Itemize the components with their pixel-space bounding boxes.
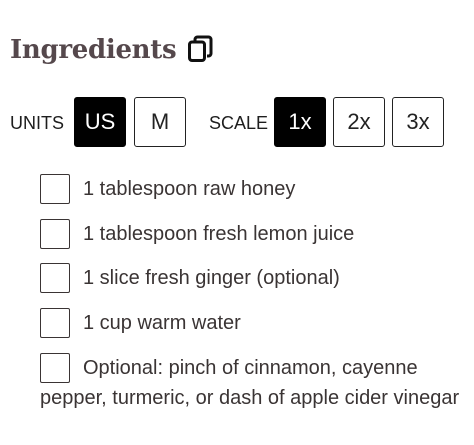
ingredients-header: Ingredients bbox=[10, 30, 177, 70]
ingredient-checkbox[interactable] bbox=[40, 263, 70, 293]
ingredient-text: Optional: pinch of cinnamon, cayenne pep… bbox=[40, 357, 460, 409]
copy-ingredients-button[interactable] bbox=[184, 33, 216, 65]
copy-icon bbox=[188, 35, 213, 62]
ingredient-text: 1 slice fresh ginger (optional) bbox=[83, 267, 340, 289]
unit-us-button[interactable]: US bbox=[74, 97, 126, 147]
scale-3x-button[interactable]: 3x bbox=[392, 97, 444, 147]
ingredient-item: Optional: pinch of cinnamon, cayenne pep… bbox=[40, 353, 466, 413]
ingredients-title: Ingredients bbox=[10, 35, 177, 65]
scale-label: SCALE bbox=[209, 113, 269, 133]
ingredient-checkbox[interactable] bbox=[40, 308, 70, 338]
ingredient-checkbox[interactable] bbox=[40, 353, 70, 383]
ingredient-item: 1 tablespoon fresh lemon juice bbox=[40, 219, 466, 249]
units-label: UNITS bbox=[10, 113, 64, 133]
ingredient-item: 1 tablespoon raw honey bbox=[40, 174, 466, 204]
ingredient-item: 1 slice fresh ginger (optional) bbox=[40, 263, 466, 293]
ingredient-text: 1 tablespoon raw honey bbox=[83, 178, 296, 200]
ingredient-text: 1 cup warm water bbox=[83, 312, 241, 334]
scale-1x-button[interactable]: 1x bbox=[274, 97, 326, 147]
ingredient-item: 1 cup warm water bbox=[40, 308, 466, 338]
ingredient-checkbox[interactable] bbox=[40, 219, 70, 249]
ingredient-text: 1 tablespoon fresh lemon juice bbox=[83, 223, 355, 245]
scale-2x-button[interactable]: 2x bbox=[333, 97, 385, 147]
unit-metric-button[interactable]: M bbox=[134, 97, 186, 147]
ingredient-checkbox[interactable] bbox=[40, 174, 70, 204]
recipe-controls: UNITS US M SCALE 1x 2x 3x bbox=[10, 97, 470, 149]
